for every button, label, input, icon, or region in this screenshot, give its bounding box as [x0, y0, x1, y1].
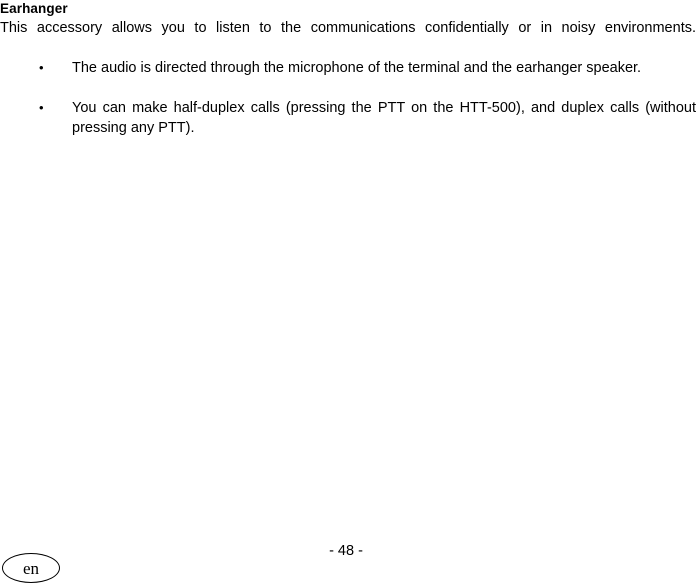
document-page: Earhanger This accessory allows you to l… — [0, 0, 696, 585]
page-content: Earhanger This accessory allows you to l… — [0, 0, 696, 158]
page-footer: - 48 - en — [0, 537, 696, 585]
feature-bullet-list: • The audio is directed through the micr… — [0, 58, 696, 158]
bullet-point-icon: • — [39, 100, 44, 115]
list-item-label: The audio is directed through the microp… — [72, 60, 642, 76]
language-badge-label: en — [22, 558, 40, 578]
page-number: - 48 - — [0, 542, 696, 560]
list-item: • The audio is directed through the micr… — [0, 58, 696, 98]
language-badge: en — [2, 553, 60, 583]
page-number-label: - 48 - — [329, 543, 363, 559]
intro-paragraph: This accessory allows you to listen to t… — [0, 20, 696, 36]
page-title: Earhanger — [0, 1, 68, 16]
list-item: • You can make half-duplex calls (pressi… — [0, 98, 696, 158]
list-item-label: You can make half-duplex calls (pressing… — [72, 100, 696, 136]
bullet-point-icon: • — [39, 60, 44, 75]
